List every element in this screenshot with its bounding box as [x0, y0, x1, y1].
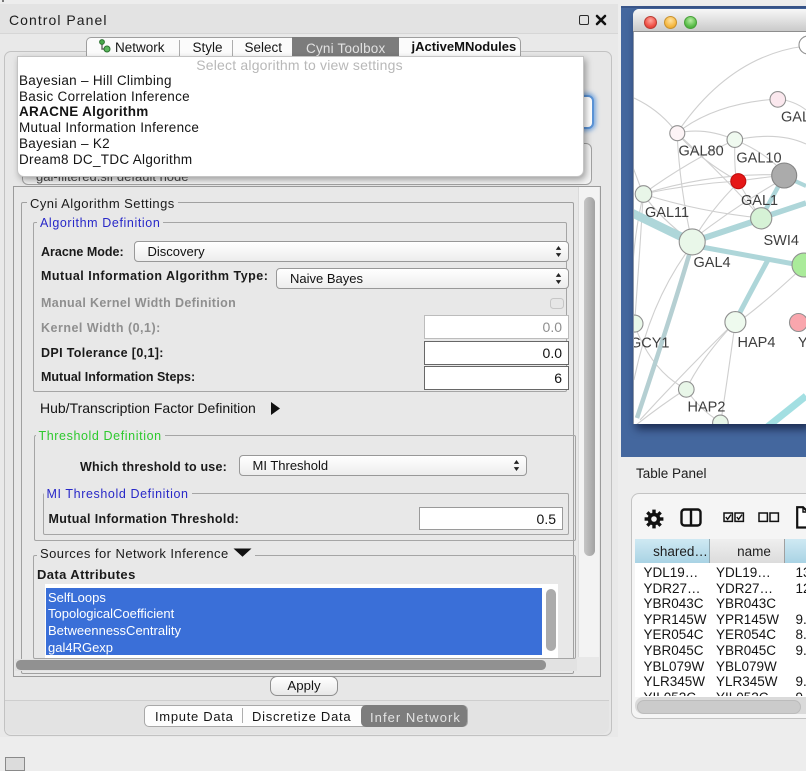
svg-text:GAL10: GAL10	[736, 151, 781, 167]
svg-text:HAP2: HAP2	[688, 400, 726, 416]
svg-text:GAL2: GAL2	[781, 110, 806, 126]
svg-text:GCY1: GCY1	[634, 336, 670, 352]
svg-text:GAL1: GAL1	[741, 193, 778, 209]
svg-text:YM: YM	[798, 335, 806, 351]
svg-text:SWI4: SWI4	[764, 233, 799, 249]
svg-text:GAL4: GAL4	[694, 255, 731, 271]
svg-text:HAP4: HAP4	[738, 335, 776, 351]
svg-text:GAL80: GAL80	[679, 144, 724, 160]
svg-text:GAL11: GAL11	[645, 205, 689, 221]
